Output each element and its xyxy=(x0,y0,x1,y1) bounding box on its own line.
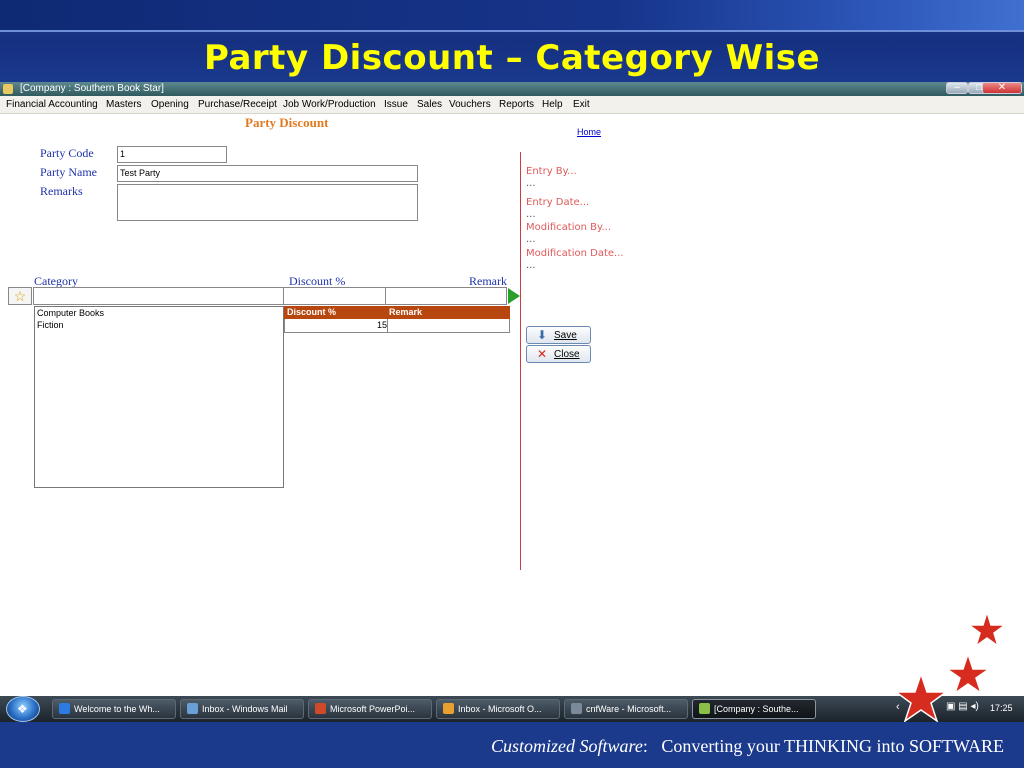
mail-icon xyxy=(187,703,198,714)
taskbar-item-label: cnfWare - Microsoft... xyxy=(586,704,672,714)
close-button[interactable]: ✕ Close xyxy=(526,345,591,363)
taskbar-item[interactable]: Inbox - Microsoft O... xyxy=(436,699,560,719)
category-entry-input[interactable] xyxy=(33,287,284,305)
discount-table: Discount % Remark 15 xyxy=(284,306,510,333)
save-icon: ⬇ xyxy=(537,328,548,342)
start-button[interactable]: ❖ xyxy=(6,696,40,722)
footer-italic: Customized Software xyxy=(490,736,643,756)
app-icon xyxy=(699,703,710,714)
save-button[interactable]: ⬇ Save xyxy=(526,326,591,344)
header-line xyxy=(0,30,1024,32)
table-header: Discount % Remark xyxy=(284,306,510,319)
entry-by-label: Entry By... xyxy=(526,166,577,177)
browser-icon xyxy=(59,703,70,714)
taskbar-item-label: Welcome to the Wh... xyxy=(74,704,160,714)
decorative-stars xyxy=(893,609,1008,723)
close-button-label: Close xyxy=(554,349,580,360)
modification-date-value: ... xyxy=(526,260,536,271)
home-link[interactable]: Home xyxy=(577,127,601,137)
modification-date-label: Modification Date... xyxy=(526,248,624,259)
remark-entry-input[interactable] xyxy=(385,287,507,305)
close-window-button[interactable]: ✕ xyxy=(982,82,1022,94)
party-name-label: Party Name xyxy=(40,165,97,179)
taskbar-item-label: [Company : Southe... xyxy=(714,704,799,714)
menu-financial-accounting[interactable]: Financial Accounting xyxy=(6,99,98,110)
play-arrow-icon[interactable] xyxy=(508,288,520,304)
star-icon xyxy=(893,671,949,723)
table-header-discount: Discount % xyxy=(287,307,337,317)
app-icon xyxy=(3,84,13,94)
party-name-input[interactable]: Test Party xyxy=(117,165,418,182)
footer-colon: : xyxy=(642,736,648,756)
divider-line xyxy=(520,152,521,570)
remarks-label: Remarks xyxy=(40,184,83,198)
taskbar-item[interactable]: cnfWare - Microsoft... xyxy=(564,699,688,719)
window-titlebar: [Company : Southern Book Star] – □ ✕ xyxy=(0,82,1024,96)
header-band xyxy=(0,0,1024,30)
modification-by-value: ... xyxy=(526,234,536,245)
grid-entry-row: ☆ xyxy=(8,287,520,305)
taskbar-item-active[interactable]: [Company : Southe... xyxy=(692,699,816,719)
menu-job-work[interactable]: Job Work/Production xyxy=(283,99,376,110)
menu-opening[interactable]: Opening xyxy=(151,99,189,110)
form-title: Party Discount xyxy=(245,115,329,130)
discount-cell: 15 xyxy=(376,320,387,330)
discount-entry-input[interactable] xyxy=(283,287,386,305)
save-button-label: Save xyxy=(554,330,577,341)
windows-logo-icon: ❖ xyxy=(17,702,28,716)
table-header-remark: Remark xyxy=(389,307,423,317)
menu-masters[interactable]: Masters xyxy=(106,99,142,110)
menu-purchase-receipt[interactable]: Purchase/Receipt xyxy=(198,99,277,110)
party-code-label: Party Code xyxy=(40,146,94,160)
menu-sales[interactable]: Sales xyxy=(417,99,442,110)
slide-footer: Customized Software: Converting your THI… xyxy=(0,722,1024,768)
menu-help[interactable]: Help xyxy=(542,99,563,110)
close-icon: ✕ xyxy=(537,347,548,361)
taskbar-item-label: Inbox - Microsoft O... xyxy=(458,704,542,714)
footer-text: Customized Software: Converting your THI… xyxy=(491,736,1004,757)
list-item[interactable]: Computer Books xyxy=(35,307,283,319)
powerpoint-icon xyxy=(315,703,326,714)
slide-header: Party Discount – Category Wise xyxy=(0,0,1024,84)
minimize-button[interactable]: – xyxy=(946,82,968,94)
remarks-input[interactable] xyxy=(117,184,418,221)
outlook-icon xyxy=(443,703,454,714)
taskbar: ❖ Welcome to the Wh... Inbox - Windows M… xyxy=(0,696,1024,722)
taskbar-item-label: Microsoft PowerPoi... xyxy=(330,704,416,714)
menu-vouchers[interactable]: Vouchers xyxy=(449,99,491,110)
taskbar-item-label: Inbox - Windows Mail xyxy=(202,704,288,714)
taskbar-item[interactable]: Inbox - Windows Mail xyxy=(180,699,304,719)
list-item[interactable]: Fiction xyxy=(35,319,283,331)
cell-separator xyxy=(387,319,388,332)
category-list[interactable]: Computer Books Fiction xyxy=(34,306,284,488)
taskbar-item[interactable]: Welcome to the Wh... xyxy=(52,699,176,719)
menu-exit[interactable]: Exit xyxy=(573,99,590,110)
table-row[interactable]: 15 xyxy=(284,319,510,333)
star-icon xyxy=(966,609,1008,648)
window-title: [Company : Southern Book Star] xyxy=(20,83,164,94)
menu-bar: Financial Accounting Masters Opening Pur… xyxy=(0,96,1024,114)
entry-date-label: Entry Date... xyxy=(526,197,590,208)
star-icon xyxy=(944,651,992,695)
app-window: [Company : Southern Book Star] – □ ✕ Fin… xyxy=(0,82,1024,696)
menu-issue[interactable]: Issue xyxy=(384,99,408,110)
modification-by-label: Modification By... xyxy=(526,222,612,233)
entry-date-value: ... xyxy=(526,209,536,220)
entry-by-value: ... xyxy=(526,178,536,189)
taskbar-item[interactable]: Microsoft PowerPoi... xyxy=(308,699,432,719)
footer-tagline: Converting your THINKING into SOFTWARE xyxy=(661,736,1004,756)
slide-title: Party Discount – Category Wise xyxy=(203,38,821,78)
star-icon[interactable]: ☆ xyxy=(8,287,32,305)
menu-reports[interactable]: Reports xyxy=(499,99,534,110)
app-icon xyxy=(571,703,582,714)
party-code-input[interactable]: 1 xyxy=(117,146,227,163)
